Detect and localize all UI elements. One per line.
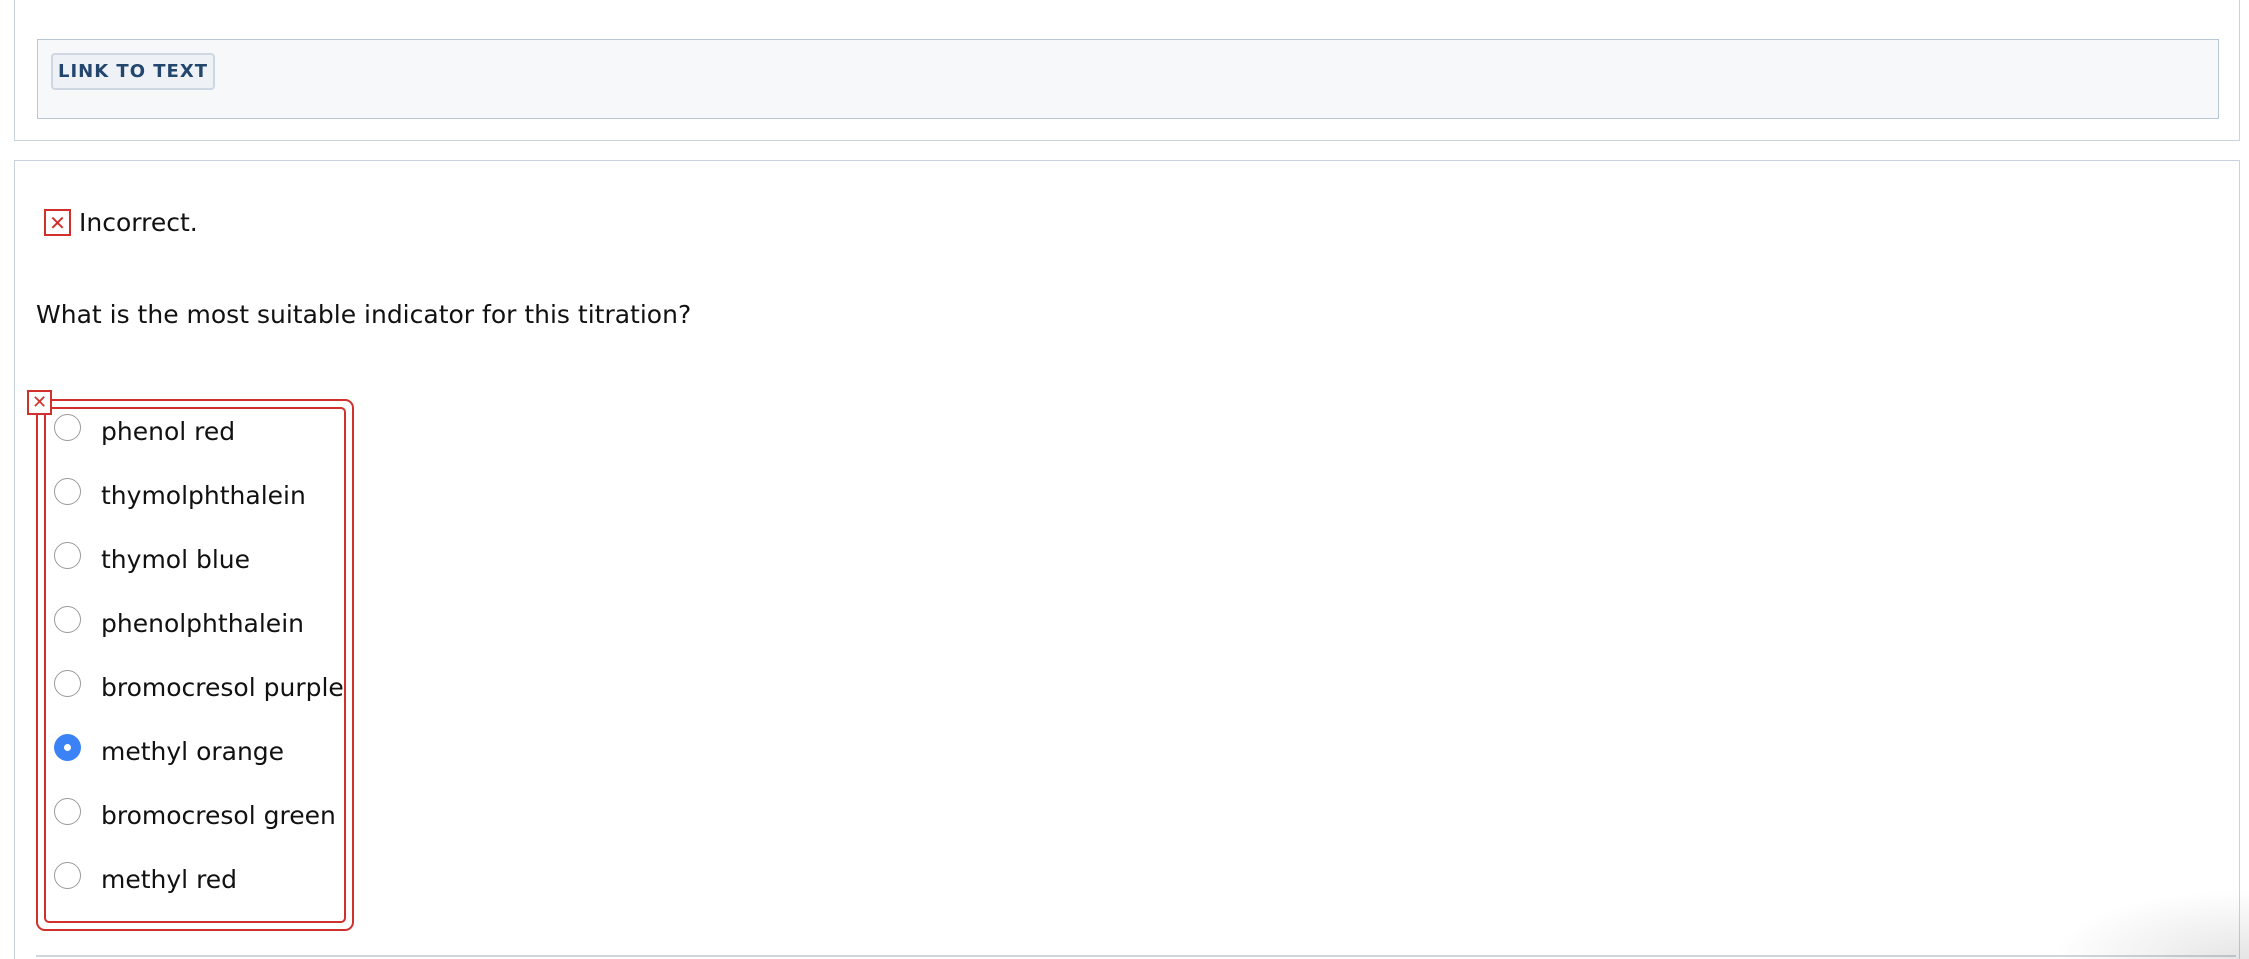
option-bromocresol-green[interactable]: bromocresol green bbox=[54, 795, 336, 835]
option-label: bromocresol green bbox=[101, 800, 336, 830]
radio-button[interactable] bbox=[54, 669, 81, 697]
page: LINK TO TEXT ✕ Incorrect. What is the mo… bbox=[0, 0, 2249, 959]
option-label: methyl red bbox=[101, 864, 238, 894]
radio-button[interactable] bbox=[54, 477, 81, 505]
option-label: bromocresol purple bbox=[101, 672, 344, 702]
option-phenol-red[interactable]: phenol red bbox=[54, 411, 235, 451]
link-bar: LINK TO TEXT bbox=[37, 39, 2219, 119]
section-divider bbox=[36, 955, 2236, 957]
x-mark-icon: ✕ bbox=[27, 390, 52, 415]
option-label: phenol red bbox=[101, 416, 236, 446]
option-label: methyl orange bbox=[101, 736, 285, 766]
option-methyl-red[interactable]: methyl red bbox=[54, 859, 237, 899]
option-phenolphthalein[interactable]: phenolphthalein bbox=[54, 603, 304, 643]
option-label: phenolphthalein bbox=[101, 608, 304, 638]
option-methyl-orange[interactable]: methyl orange bbox=[54, 731, 284, 771]
link-panel: LINK TO TEXT bbox=[14, 0, 2240, 141]
radio-button[interactable] bbox=[54, 605, 81, 633]
option-label: thymol blue bbox=[101, 544, 251, 574]
feedback-row: ✕ Incorrect. bbox=[44, 208, 198, 237]
radio-button[interactable] bbox=[54, 541, 81, 569]
question-panel: ✕ Incorrect. What is the most suitable i… bbox=[14, 160, 2240, 959]
feedback-text: Incorrect. bbox=[79, 208, 198, 237]
radio-button[interactable] bbox=[54, 413, 81, 441]
radio-button-selected[interactable] bbox=[54, 733, 81, 761]
option-bromocresol-purple[interactable]: bromocresol purple bbox=[54, 667, 344, 707]
link-to-text-button[interactable]: LINK TO TEXT bbox=[51, 53, 215, 90]
radio-button[interactable] bbox=[54, 861, 81, 889]
x-mark-icon: ✕ bbox=[44, 209, 71, 236]
option-label: thymolphthalein bbox=[101, 480, 306, 510]
option-thymol-blue[interactable]: thymol blue bbox=[54, 539, 250, 579]
question-text: What is the most suitable indicator for … bbox=[36, 300, 692, 329]
radio-button[interactable] bbox=[54, 797, 81, 825]
option-thymolphthalein[interactable]: thymolphthalein bbox=[54, 475, 306, 515]
